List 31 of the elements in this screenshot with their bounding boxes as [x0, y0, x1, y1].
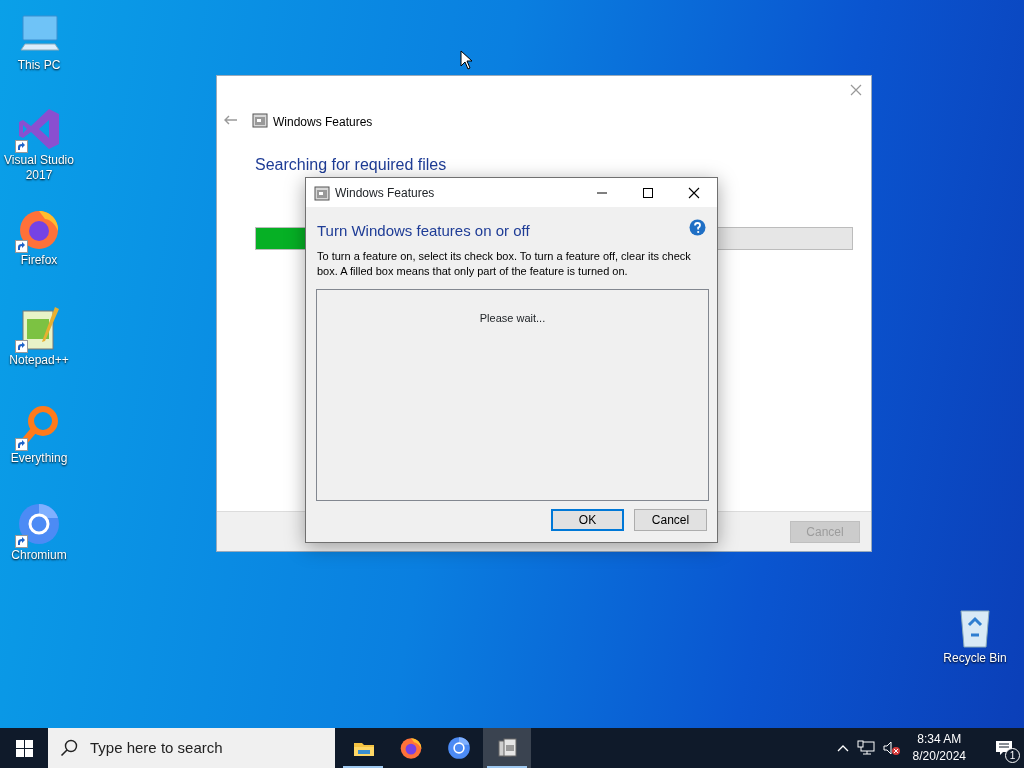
search-icon [60, 739, 78, 757]
dialog-heading: Turn Windows features on or off [317, 221, 530, 241]
chromium-icon [446, 735, 472, 761]
help-icon[interactable] [689, 219, 706, 236]
search-placeholder: Type here to search [90, 737, 223, 758]
status-heading: Searching for required files [255, 155, 447, 175]
mouse-cursor-icon [460, 50, 474, 70]
window-title: Windows Features [273, 114, 373, 131]
features-icon [252, 112, 268, 128]
maximize-icon[interactable] [642, 186, 654, 199]
search-box[interactable]: Type here to search [48, 728, 335, 768]
network-icon[interactable] [856, 740, 875, 756]
window-title: Windows Features [335, 184, 436, 202]
features-icon [495, 736, 519, 760]
windows-logo-icon [15, 739, 33, 757]
clock-time[interactable]: 8:34 AM [912, 731, 966, 748]
features-icon [314, 184, 330, 201]
volume-muted-icon[interactable] [882, 740, 901, 756]
notification-count: 1 [1005, 748, 1020, 763]
back-arrow-icon[interactable] [224, 115, 238, 125]
close-icon[interactable] [688, 186, 700, 199]
loading-message: Please wait... [478, 311, 547, 326]
clock-date[interactable]: 8/20/2024 [912, 748, 966, 765]
taskbar-button[interactable] [483, 728, 531, 768]
icon-label[interactable]: Recycle Bin [940, 651, 1010, 666]
chevron-up-icon[interactable] [836, 744, 849, 752]
notification-button[interactable]: 1 [984, 728, 1024, 768]
ok-button[interactable]: OK [551, 509, 624, 531]
cancel-button[interactable]: Cancel [634, 509, 707, 531]
firefox-icon [398, 735, 424, 761]
description-text: To turn a feature on, select its check box. To turn a feature off, clear its check box. A filled box means that only part of the feature is turned on. [317, 249, 692, 279]
